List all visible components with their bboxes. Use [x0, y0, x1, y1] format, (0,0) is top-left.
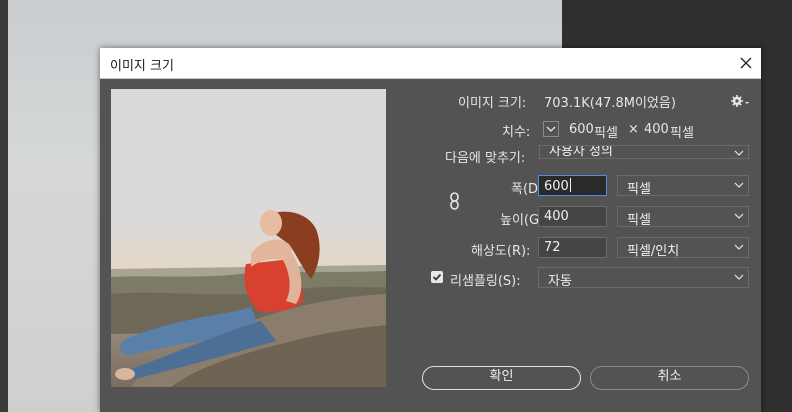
resolution-value: 72 — [544, 240, 561, 255]
image-size-dialog: 이미지 크기 이미지 크기: 703.1K(47.8M이었음) 치수: 600 … — [100, 48, 761, 412]
image-preview — [111, 89, 386, 387]
checkmark-icon — [432, 273, 442, 281]
close-icon — [740, 57, 752, 69]
chevron-down-icon — [734, 213, 744, 219]
canvas-edge — [0, 0, 8, 412]
ok-button[interactable]: 확인 — [422, 366, 581, 390]
dimensions-height: 400 — [644, 122, 669, 137]
resample-label: 리샘플링(S): — [450, 274, 521, 289]
resolution-label: 해상도(R): — [471, 244, 531, 259]
dimensions-height-unit: 픽셀 — [670, 126, 694, 141]
chain-link-icon — [450, 192, 459, 210]
height-input[interactable]: 400 — [538, 206, 607, 227]
dialog-titlebar: 이미지 크기 — [100, 48, 761, 79]
resample-method-select[interactable]: 자동 — [538, 267, 749, 289]
resolution-unit-select[interactable]: 픽셀/인치 — [617, 237, 749, 259]
constrain-proportions-button[interactable] — [449, 191, 461, 211]
fit-to-label: 다음에 맞추기: — [445, 151, 526, 166]
preview-photo — [111, 210, 386, 387]
chevron-down-icon — [546, 126, 556, 132]
chevron-down-icon — [734, 274, 744, 280]
dimensions-width: 600 — [569, 122, 594, 137]
chevron-down-icon — [734, 182, 744, 188]
chevron-down-icon — [734, 150, 744, 156]
width-unit-select[interactable]: 픽셀 — [617, 175, 749, 197]
gear-icon — [731, 95, 749, 107]
dimensions-unit-toggle[interactable] — [543, 121, 559, 137]
cancel-button[interactable]: 취소 — [590, 366, 749, 390]
width-unit-value: 픽셀 — [627, 182, 651, 197]
image-size-label: 이미지 크기: — [458, 96, 527, 111]
width-value: 600 — [544, 179, 569, 194]
width-input[interactable]: 600 — [538, 175, 607, 196]
resolution-input[interactable]: 72 — [538, 237, 607, 258]
dimensions-label: 치수: — [502, 125, 531, 140]
settings-button[interactable] — [730, 94, 750, 108]
fit-to-value: 사용자 정의 — [549, 145, 613, 159]
height-value: 400 — [544, 209, 569, 224]
height-unit-select[interactable]: 픽셀 — [617, 206, 749, 228]
dimensions-times: × — [628, 122, 639, 137]
fit-to-select[interactable]: 사용자 정의 — [539, 145, 749, 159]
image-size-value: 703.1K(47.8M이었음) — [544, 96, 676, 111]
close-button[interactable] — [731, 48, 761, 78]
dimensions-width-unit: 픽셀 — [594, 126, 618, 141]
dialog-title: 이미지 크기 — [110, 59, 174, 74]
resample-checkbox[interactable] — [431, 271, 443, 283]
resolution-unit-value: 픽셀/인치 — [627, 244, 680, 259]
height-unit-value: 픽셀 — [627, 213, 651, 228]
resample-method-value: 자동 — [548, 274, 572, 289]
chevron-down-icon — [734, 244, 744, 250]
